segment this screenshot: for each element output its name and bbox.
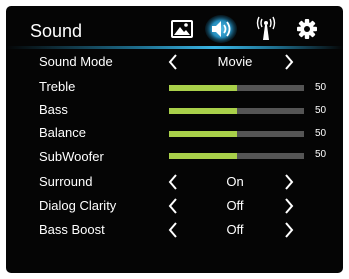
subwoofer-slider-fill [169, 153, 237, 159]
chevron-left-icon [168, 54, 177, 70]
chevron-left-icon [168, 222, 177, 238]
picture-icon [171, 20, 193, 38]
menu-header: Sound [6, 6, 343, 46]
dialog-clarity-prev-arrow[interactable] [165, 195, 181, 217]
bass-boost-prev-arrow[interactable] [165, 219, 181, 241]
bass-slider-fill [169, 108, 237, 114]
sound-mode-label: Sound Mode [39, 54, 113, 69]
sound-mode-next-arrow[interactable] [281, 51, 297, 73]
bass-boost-value: Off [226, 222, 244, 237]
chevron-left-icon [168, 198, 177, 214]
antenna-icon [256, 16, 276, 40]
chevron-right-icon [285, 198, 294, 214]
sound-menu: Sound Sound Mode Movie Treble 50 Bass 50… [6, 6, 343, 273]
balance-slider-fill [169, 131, 237, 137]
row-subwoofer[interactable]: SubWoofer 50 [6, 146, 343, 168]
balance-label: Balance [39, 125, 86, 140]
bass-label: Bass [39, 102, 68, 117]
row-balance[interactable]: Balance 50 [6, 122, 343, 144]
treble-slider-fill [169, 85, 237, 91]
sound-mode-value: Movie [217, 54, 253, 69]
row-treble[interactable]: Treble 50 [6, 76, 343, 98]
subwoofer-value: 50 [315, 149, 327, 160]
sound-mode-prev-arrow[interactable] [165, 51, 181, 73]
tab-settings[interactable] [290, 14, 324, 44]
row-sound-mode[interactable]: Sound Mode Movie [6, 51, 343, 73]
bass-boost-next-arrow[interactable] [281, 219, 297, 241]
chevron-right-icon [285, 174, 294, 190]
dialog-clarity-next-arrow[interactable] [281, 195, 297, 217]
surround-prev-arrow[interactable] [165, 171, 181, 193]
menu-title: Sound [30, 21, 83, 41]
surround-value: On [226, 174, 244, 189]
gear-icon [297, 19, 317, 39]
row-dialog-clarity[interactable]: Dialog Clarity Off [6, 195, 343, 217]
balance-value: 50 [315, 128, 327, 139]
chevron-right-icon [285, 54, 294, 70]
bass-value: 50 [315, 105, 327, 116]
chevron-left-icon [168, 174, 177, 190]
treble-value: 50 [315, 82, 327, 93]
bass-boost-label: Bass Boost [39, 222, 105, 237]
subwoofer-label: SubWoofer [39, 149, 104, 164]
header-divider [6, 46, 343, 49]
tab-sound[interactable] [204, 14, 238, 44]
speaker-icon [205, 15, 237, 43]
surround-next-arrow[interactable] [281, 171, 297, 193]
chevron-right-icon [285, 222, 294, 238]
tab-network[interactable] [249, 14, 283, 44]
treble-label: Treble [39, 79, 76, 94]
treble-slider[interactable] [169, 85, 304, 91]
row-bass-boost[interactable]: Bass Boost Off [6, 219, 343, 241]
row-bass[interactable]: Bass 50 [6, 99, 343, 121]
subwoofer-slider[interactable] [169, 153, 304, 159]
dialog-clarity-label: Dialog Clarity [39, 198, 117, 213]
balance-slider[interactable] [169, 131, 304, 137]
row-surround[interactable]: Surround On [6, 171, 343, 193]
surround-label: Surround [39, 174, 93, 189]
dialog-clarity-value: Off [226, 198, 244, 213]
tab-picture[interactable] [165, 14, 199, 44]
bass-slider[interactable] [169, 108, 304, 114]
